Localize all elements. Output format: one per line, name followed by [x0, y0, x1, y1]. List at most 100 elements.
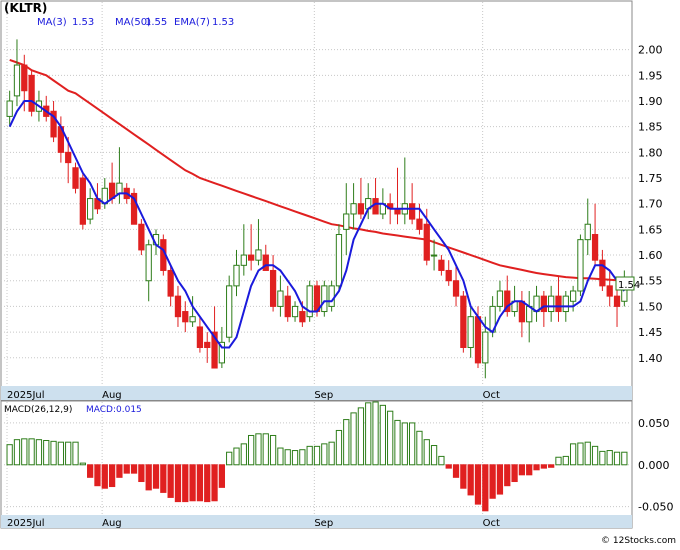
price-tick-label: 1.75	[638, 172, 663, 185]
candle-body	[65, 151, 72, 164]
candle-body	[321, 285, 328, 313]
price-tick-label: 1.90	[638, 95, 663, 108]
macd-bar	[313, 445, 321, 466]
macd-tick-label: -0.050	[638, 501, 673, 514]
macd-bar	[79, 462, 86, 466]
macd-bar	[211, 464, 218, 502]
stock-chart: 2.00 1.95 1.90 1.85 1.80 1.75 1.70 1.65 1.60 1.55…	[0, 0, 680, 546]
macd-bar	[335, 429, 343, 466]
macd-bar	[343, 419, 350, 466]
candle-body	[145, 244, 152, 282]
macd-bar	[35, 439, 43, 466]
chart-title: (KLTR)	[4, 1, 47, 15]
candle-body	[182, 311, 189, 323]
macd-bar	[248, 434, 255, 466]
macd-params-label: MACD(26,12,9)	[4, 405, 72, 415]
price-tick-label: 1.50	[638, 300, 663, 313]
macd-bar	[328, 441, 335, 466]
macd-bar	[50, 440, 57, 466]
candle-body	[584, 223, 591, 241]
price-tick-label: 1.55	[638, 275, 663, 288]
macd-bar	[438, 455, 445, 466]
macd-bar	[145, 464, 152, 491]
candle-body	[606, 285, 613, 297]
macd-bar	[474, 464, 482, 505]
macd-bar	[621, 451, 628, 466]
macd-bar	[277, 447, 284, 466]
candle-body	[138, 223, 145, 251]
macd-bar	[357, 407, 365, 466]
candle-body	[248, 254, 255, 261]
macd-bar	[452, 464, 460, 478]
macd-bar	[408, 422, 416, 466]
candle-body	[167, 269, 174, 297]
candle-body	[599, 259, 606, 287]
legend-ma3-label: MA(3)	[37, 17, 67, 28]
candle-body	[21, 64, 28, 92]
candle-body	[284, 295, 291, 318]
macd-bar	[21, 438, 28, 466]
macd-bar	[306, 445, 313, 466]
candle-body	[72, 167, 79, 189]
price-tick-label: 2.00	[638, 44, 663, 57]
price-x-tick-label: Sep	[314, 390, 333, 401]
macd-bar	[6, 444, 13, 466]
candle-body	[291, 305, 299, 318]
macd-bar	[533, 464, 540, 471]
macd-bar	[467, 464, 474, 496]
price-x-tick-label: Aug	[102, 390, 122, 401]
macd-bar	[226, 451, 233, 466]
candle-body	[299, 311, 306, 323]
macd-bar	[94, 464, 101, 487]
candle-body	[474, 316, 482, 364]
macd-bar	[562, 455, 569, 466]
candle-body	[357, 203, 365, 215]
macd-tick-label: 0.050	[638, 417, 670, 430]
candle-body	[262, 254, 269, 271]
candle-body	[518, 300, 526, 323]
candle-body	[555, 295, 562, 313]
macd-bar	[189, 464, 196, 502]
macd-bar	[423, 439, 430, 466]
candle-body	[467, 316, 474, 348]
macd-bar	[584, 441, 591, 466]
macd-bar	[255, 433, 262, 466]
macd-bar	[540, 464, 547, 469]
candle-body	[269, 269, 277, 307]
price-tick-label: 1.80	[638, 146, 663, 159]
macd-bar	[152, 464, 160, 489]
price-tick-label: 1.45	[638, 326, 663, 339]
macd-bar	[496, 464, 504, 495]
macd-bar	[138, 464, 145, 483]
candle-body	[277, 290, 284, 307]
price-tick-label: 1.70	[638, 198, 663, 211]
macd-bar	[43, 440, 50, 466]
legend: MA(3) 1.53 MA(50) 1.55 EMA(7) 1.53	[37, 17, 234, 28]
price-tick-label: 1.40	[638, 352, 663, 365]
macd-bar	[387, 410, 394, 466]
macd-bar	[269, 434, 277, 466]
candle-body	[240, 254, 247, 266]
candle-body	[350, 203, 357, 215]
candle-body	[613, 295, 621, 307]
candle-body	[13, 64, 21, 97]
macd-bar	[174, 464, 182, 503]
macd-bar	[284, 449, 291, 466]
macd-bar	[123, 464, 130, 474]
candle-body	[233, 264, 240, 287]
candle-body	[577, 239, 584, 292]
price-tick-label: 1.85	[638, 121, 663, 134]
macd-bar	[204, 464, 211, 503]
macd-bar	[489, 464, 496, 499]
macd-axis: 0.050 0.000 -0.050	[638, 417, 673, 514]
macd-x-tick-label: Sep	[314, 518, 333, 529]
macd-bar	[167, 464, 174, 498]
macd-bar	[372, 401, 379, 466]
candle-body	[87, 198, 94, 220]
legend-ma50-value: 1.55	[145, 17, 167, 28]
watermark: © 12Stocks.com	[601, 536, 676, 546]
macd-bar	[218, 464, 226, 488]
candle-body	[540, 295, 547, 313]
candle-body	[226, 285, 233, 338]
macd-bar	[430, 445, 438, 466]
